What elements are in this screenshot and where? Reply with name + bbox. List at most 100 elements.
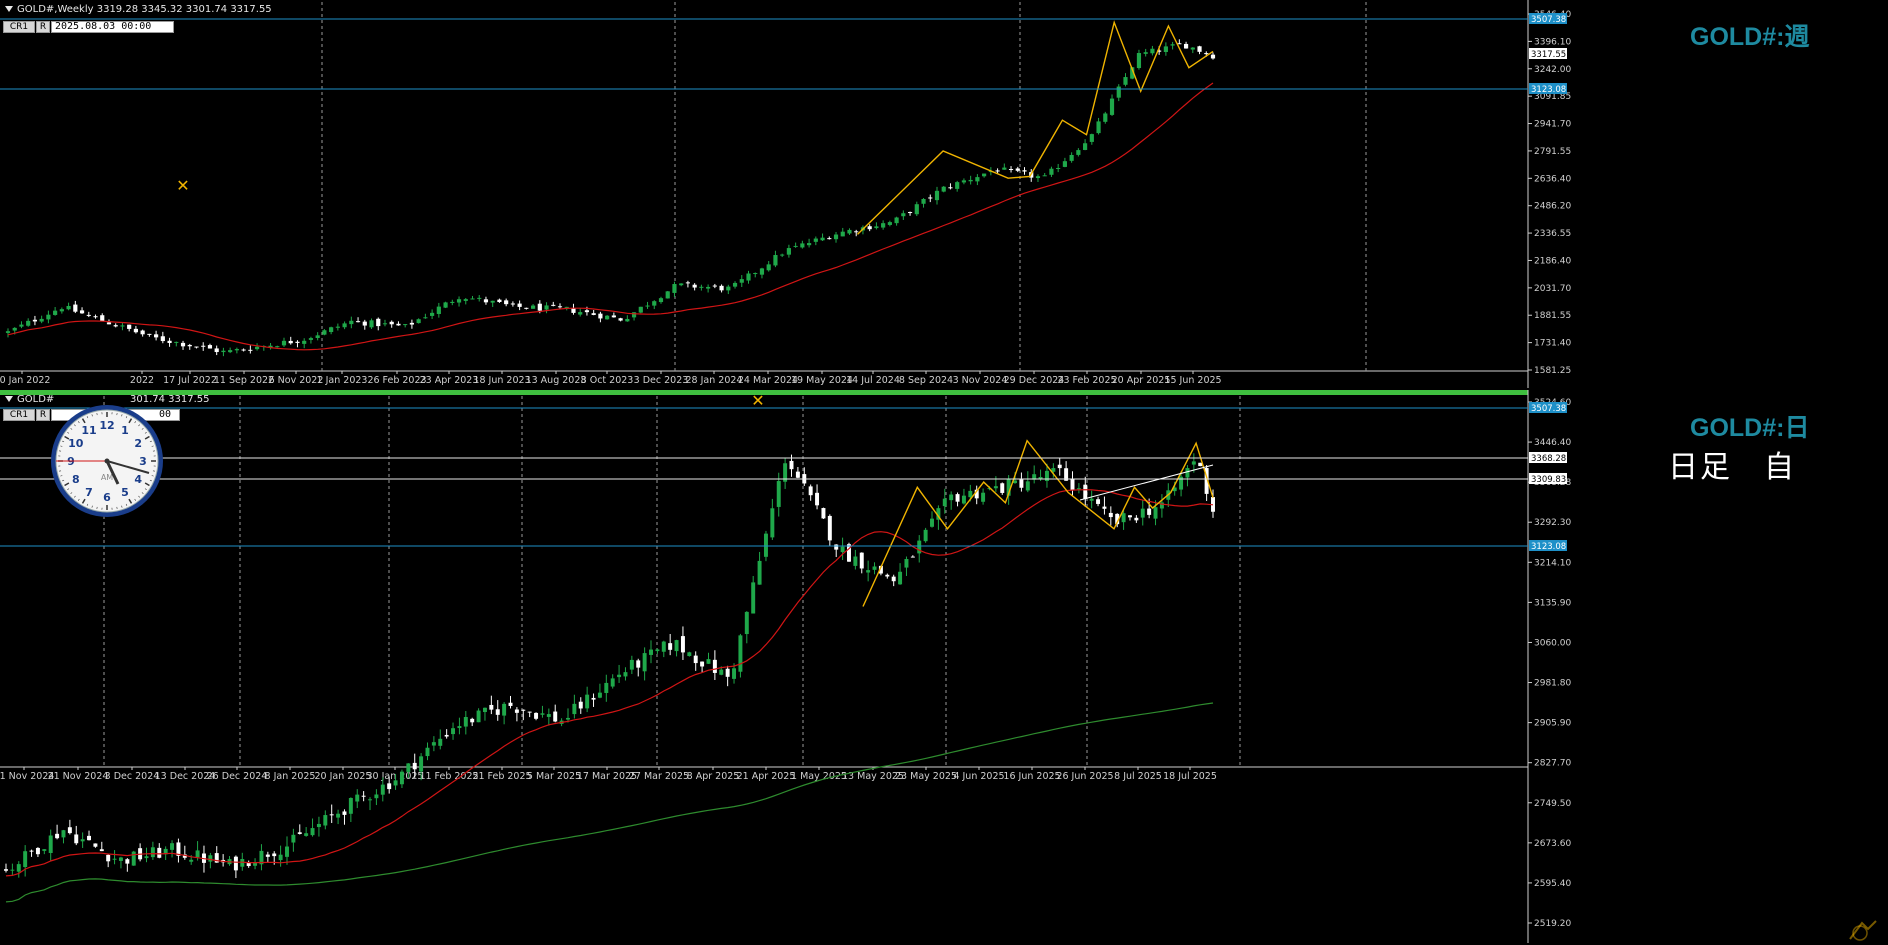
bear-candle [106,855,110,861]
bear-candle [74,834,78,843]
collapse-triangle-icon[interactable] [5,6,13,12]
date-field[interactable]: 2025.08.03 00:00 [51,21,174,33]
bull-candle [630,660,634,670]
bear-candle [127,325,131,329]
bull-candle [981,493,985,502]
bear-candle [796,472,800,478]
bull-candle [699,287,703,288]
bull-candle [578,312,582,315]
clock-number: 8 [72,473,80,486]
bull-candle [6,331,10,333]
bull-candle [969,180,973,181]
clock-number: 7 [85,486,93,499]
zigzag-line [863,441,1213,607]
bear-candle [396,324,400,326]
bull-candle [901,213,905,216]
daily-chart-panel[interactable]: 3524.603446.403368.283292.303214.103135.… [0,390,1888,943]
bull-candle [369,320,373,327]
bear-candle [356,321,360,322]
analog-clock-widget[interactable]: 121234567891011AM [48,402,166,520]
bull-candle [888,222,892,225]
bull-candle [208,855,212,861]
date-label: 8 Sep 2024 [899,375,953,386]
bull-candle [770,508,774,537]
price-label: 2519.20 [1534,919,1571,929]
weekly-symbol-label: GOLD#:週 [1690,17,1809,53]
bull-candle [753,273,757,274]
bear-candle [598,314,602,319]
bear-candle [885,575,889,577]
bear-candle [948,187,952,188]
price-label: 2595.40 [1534,879,1571,889]
bull-candle [800,243,804,247]
bull-candle [430,313,434,316]
bull-candle [1002,168,1006,170]
bull-candle [432,742,436,745]
bear-candle [928,197,932,198]
date-label: 14 Jul 2024 [846,375,900,386]
bull-candle [145,856,149,858]
date-label: 19 May 2024 [791,375,853,386]
bull-candle [60,309,64,311]
bull-candle [1026,481,1030,490]
price-label: 3060.00 [1534,638,1571,648]
bear-candle [809,486,813,495]
bear-candle [619,318,623,320]
bear-candle [489,705,493,710]
bear-candle [295,342,299,343]
weekly-chart-panel[interactable]: 3546.403396.103242.003091.852941.702791.… [0,0,1888,388]
bear-candle [515,710,519,713]
cr1-button[interactable]: CR1 [3,21,35,33]
price-label: 3292.30 [1534,518,1571,528]
date-label: 27 Mar 2025 [629,771,689,782]
clock-number: 10 [68,437,84,450]
bull-candle [349,798,353,814]
daily-chart-svg[interactable]: 3524.603446.403368.283292.303214.103135.… [0,390,1888,943]
price-label: 3446.40 [1534,438,1571,448]
bear-candle [4,869,8,871]
bull-candle [572,704,576,714]
bear-candle [1211,55,1215,59]
date-label: 23 Apr 2023 [420,375,479,386]
bull-candle [311,828,315,835]
weekly-chart-svg[interactable]: 3546.403396.103242.003091.852941.702791.… [0,0,1888,388]
bull-candle [943,499,947,506]
bull-candle [598,693,602,698]
bull-candle [196,850,200,857]
price-label: 2186.40 [1534,256,1571,266]
cr1-button[interactable]: CR1 [3,409,35,421]
bull-candle [26,321,30,326]
bull-candle [1076,150,1080,155]
bear-candle [410,323,414,325]
bull-candle [915,204,919,214]
bear-candle [713,660,717,673]
bull-candle [881,223,885,227]
bear-candle [181,343,185,346]
moving-average-red [6,490,1213,876]
collapse-triangle-icon[interactable] [5,396,13,402]
clock-number: 1 [121,424,129,437]
bear-candle [376,319,380,326]
date-label: 18 Jun 2023 [473,375,530,386]
bear-candle [330,814,334,815]
bear-candle [995,170,999,171]
date-label: 24 Mar 2024 [738,375,798,386]
bear-candle [107,322,111,324]
bear-candle [524,308,528,309]
bull-candle [336,814,340,818]
bull-candle [132,852,136,866]
bull-candle [834,235,838,240]
bull-candle [336,327,340,328]
bear-candle [860,553,864,569]
corner-logo-icon [1846,919,1880,941]
bull-candle [975,177,979,181]
r-button[interactable]: R [36,21,50,33]
bear-candle [141,331,145,335]
date-label: 3 Dec 2024 [105,771,160,782]
clock-ampm: AM [101,473,113,482]
bear-candle [827,238,831,239]
bull-candle [1141,509,1145,518]
bear-candle [1096,499,1100,504]
date-label: 8 Jan 2025 [265,771,316,782]
bull-candle [780,255,784,256]
